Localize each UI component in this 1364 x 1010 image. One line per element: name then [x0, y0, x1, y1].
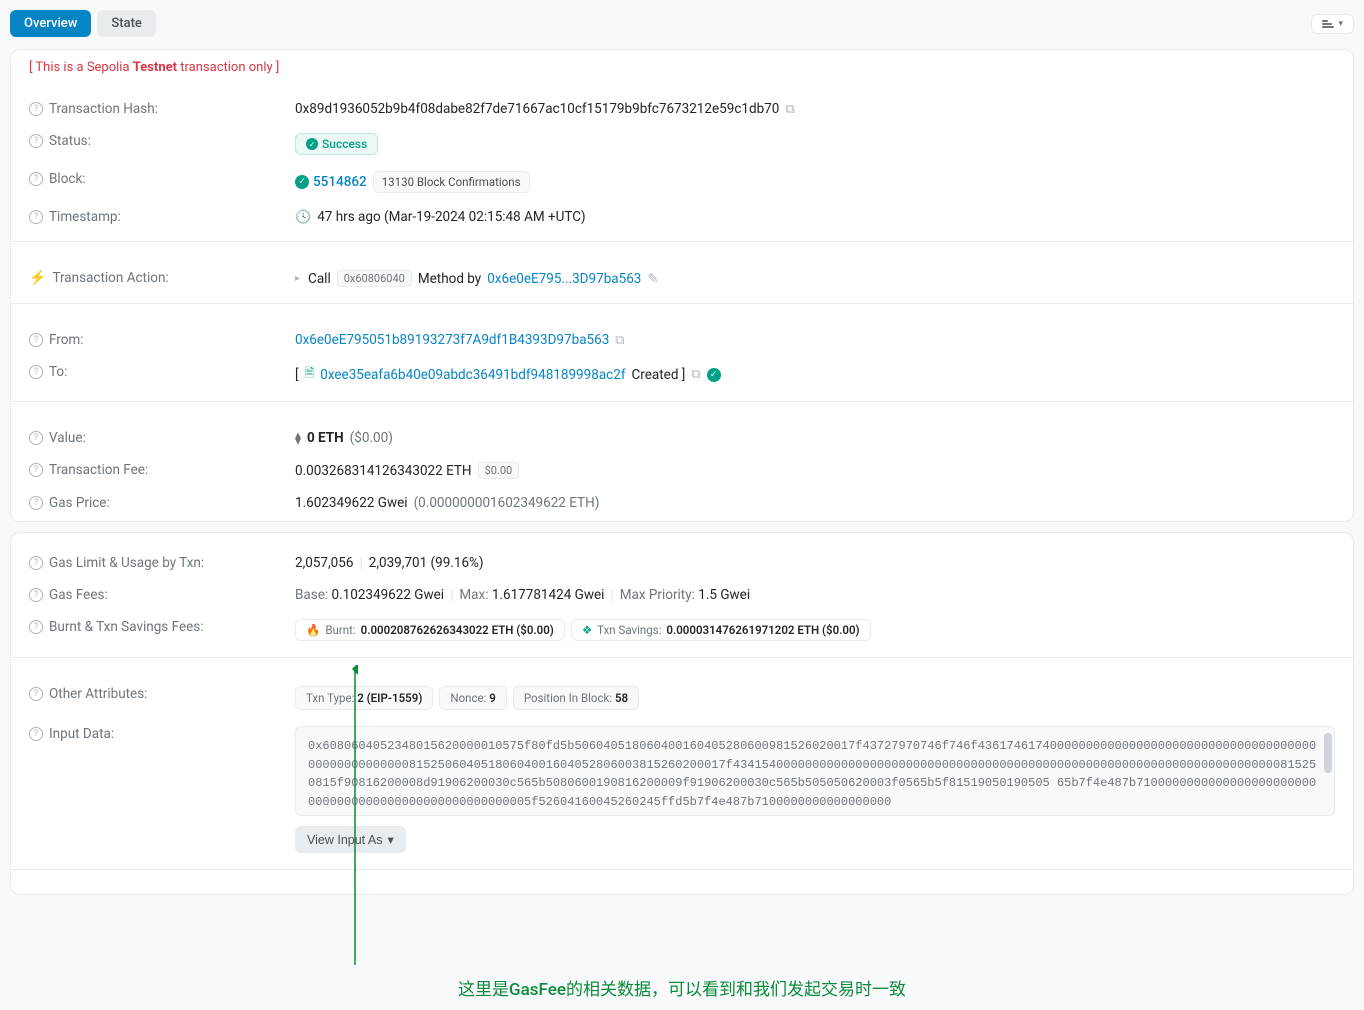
txfee-usd: $0.00 [478, 462, 520, 479]
label-txfee: Transaction Fee: [49, 462, 148, 478]
label-gasprice: Gas Price: [49, 495, 110, 511]
from-link[interactable]: 0x6e0eE795051b89193273f7A9df1B4393D97ba5… [295, 332, 609, 348]
annotation-text: 这里是GasFee的相关数据，可以看到和我们发起交易时一致 [10, 975, 1354, 1000]
copy-icon[interactable]: ⧉ [691, 367, 700, 382]
tab-overview[interactable]: Overview [10, 10, 91, 37]
help-icon: ? [29, 588, 43, 602]
confirmations-pill: 13130 Block Confirmations [373, 171, 530, 193]
label-inputdata: Input Data: [49, 726, 114, 742]
label-to: To: [49, 364, 67, 380]
burnt-badge: 🔥 Burnt: 0.000208762626343022 ETH ($0.00… [295, 619, 565, 641]
gas-used: 2,039,701 (99.16%) [369, 555, 484, 571]
label-txhash: Transaction Hash: [49, 101, 158, 117]
help-icon: ? [29, 431, 43, 445]
fire-icon: 🔥 [306, 623, 320, 637]
help-icon: ? [29, 687, 43, 701]
input-data-box[interactable]: 0x6080604052348015620000010575f80fd5b506… [295, 726, 1335, 816]
txfee-eth: 0.003268314126343022 ETH [295, 463, 472, 479]
action-call: Call [308, 271, 331, 287]
to-created: Created ] [632, 367, 686, 383]
help-icon: ? [29, 463, 43, 477]
help-icon: ? [29, 172, 43, 186]
help-icon: ? [29, 134, 43, 148]
list-icon [1322, 19, 1334, 29]
copy-icon[interactable]: ⧉ [785, 102, 794, 117]
eth-icon: ⧫ [295, 431, 301, 445]
status-badge: Success [295, 133, 378, 155]
help-icon: ? [29, 365, 43, 379]
help-icon: ? [29, 210, 43, 224]
block-link[interactable]: 5514862 [295, 174, 367, 190]
gasprice-eth: (0.000000001602349622 ETH) [414, 495, 600, 511]
pencil-icon[interactable]: ✎ [647, 271, 658, 287]
gasprice-gwei: 1.602349622 Gwei [295, 495, 408, 511]
label-status: Status: [49, 133, 91, 149]
value-eth: 0 ETH [307, 430, 344, 446]
action-method: 0x60806040 [337, 270, 412, 287]
label-gasfees: Gas Fees: [49, 587, 108, 603]
action-by-link[interactable]: 0x6e0eE795...3D97ba563 [487, 271, 641, 287]
label-txaction: Transaction Action: [52, 270, 168, 286]
to-prefix: [ [295, 367, 299, 383]
display-options-button[interactable]: ▾ [1311, 14, 1354, 34]
chevron-down-icon: ▾ [1338, 19, 1343, 29]
label-block: Block: [49, 171, 86, 187]
help-icon: ? [29, 556, 43, 570]
caret-icon: ▸ [295, 273, 300, 284]
help-icon: ? [29, 727, 43, 741]
gasfee-base: 0.102349622 Gwei [332, 587, 445, 603]
help-icon: ? [29, 333, 43, 347]
gas-limit: 2,057,056 [295, 555, 353, 571]
testnet-notice: [ This is a Sepolia Testnet transaction … [11, 50, 1353, 79]
attr-txtype: Txn Type: 2 (EIP-1559) [295, 686, 433, 710]
value-timestamp: 47 hrs ago (Mar-19-2024 02:15:48 AM +UTC… [317, 209, 585, 225]
contract-icon: 🗎 [305, 364, 315, 385]
value-usd: ($0.00) [350, 430, 393, 446]
help-icon: ? [29, 496, 43, 510]
help-icon: ? [29, 102, 43, 116]
savings-badge: ❖ Txn Savings: 0.000031476261971202 ETH … [571, 619, 871, 641]
gasfee-max: 1.617781424 Gwei [492, 587, 605, 603]
label-burnt: Burnt & Txn Savings Fees: [49, 619, 204, 635]
savings-icon: ❖ [582, 623, 592, 637]
gasfee-priority: 1.5 Gwei [698, 587, 750, 603]
bolt-icon: ⚡ [29, 270, 46, 286]
attr-position: Position In Block: 58 [513, 686, 639, 710]
help-icon: ? [29, 620, 43, 634]
tab-state[interactable]: State [97, 10, 156, 37]
label-from: From: [49, 332, 84, 348]
attr-nonce: Nonce: 9 [439, 686, 506, 710]
clock-icon: 🕓 [295, 210, 311, 225]
label-gaslimit: Gas Limit & Usage by Txn: [49, 555, 204, 571]
to-link[interactable]: 0xee35eafa6b40e09abdc36491bdf948189998ac… [320, 367, 625, 383]
value-txhash: 0x89d1936052b9b4f08dabe82f7de71667ac10cf… [295, 101, 779, 117]
action-method-by: Method by [418, 271, 481, 287]
chevron-down-icon: ▾ [388, 832, 394, 847]
scrollbar-thumb[interactable] [1324, 733, 1332, 773]
copy-icon[interactable]: ⧉ [615, 333, 624, 348]
view-input-as-button[interactable]: View Input As ▾ [295, 826, 406, 853]
label-value: Value: [49, 430, 86, 446]
check-icon: ✓ [707, 368, 721, 382]
label-other: Other Attributes: [49, 686, 147, 702]
label-timestamp: Timestamp: [49, 209, 121, 225]
